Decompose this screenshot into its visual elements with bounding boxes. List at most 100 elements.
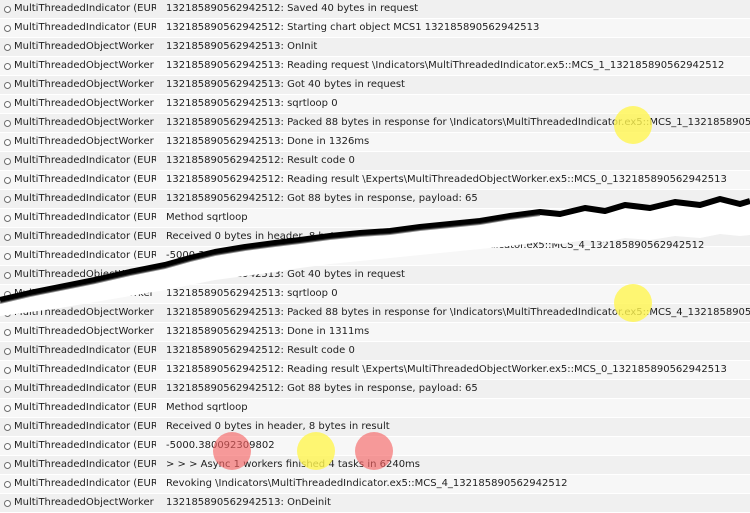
log-source: MultiThreadedObjectWorker ...	[14, 117, 156, 128]
log-message: 132185890562942513: sqrtloop 0	[166, 98, 338, 109]
log-message: 132185890562942513: Done in 1326ms	[166, 136, 370, 147]
log-source: MultiThreadedIndicator (EUR...	[14, 440, 156, 451]
log-row[interactable]: MultiThreadedObjectWorker ... 13218589056…	[0, 38, 750, 57]
info-circle-icon	[4, 253, 11, 260]
info-circle-icon	[4, 6, 11, 13]
log-source: MultiThreadedIndicator (EUR...	[14, 459, 156, 470]
info-circle-icon	[4, 424, 11, 431]
log-source: MultiThreadedIndicator (EUR...	[14, 22, 156, 33]
log-message: 132185890562942513: sqrtloop 0	[166, 288, 338, 299]
log-source: MultiThreadedObjectWorker ...	[14, 60, 156, 71]
info-circle-icon	[4, 101, 11, 108]
log-source: MultiThreadedObjectWorker ...	[14, 136, 156, 147]
log-source: MultiThreadedObjectWorker ...	[14, 288, 156, 299]
log-message: 132185890562942512: Result code 0	[166, 345, 355, 356]
log-message: 132185890562942512: Got 88 bytes in resp…	[166, 193, 478, 204]
log-row[interactable]: MultiThreadedIndicator (EUR... 1321858905…	[0, 19, 750, 38]
info-circle-icon	[4, 291, 11, 298]
log-row[interactable]: MultiThreadedObjectWorker ... 13218589056…	[0, 57, 750, 76]
log-row[interactable]: MultiThreadedIndicator (EUR... 1321858905…	[0, 0, 750, 19]
log-source: MultiThreadedIndicator (EUR...	[14, 364, 156, 375]
log-message: -5000.380092309802	[166, 440, 275, 451]
log-source: MultiThreadedIndicator (EUR...	[14, 193, 156, 204]
log-source: MultiThreadedIndicator (EUR...	[14, 155, 156, 166]
info-circle-icon	[4, 139, 11, 146]
log-source: MultiThreadedIndicator (EUR...	[14, 478, 156, 489]
log-message: 132185890562942513: Reading request \Ind…	[166, 60, 725, 71]
log-row[interactable]: MultiThreadedIndicator (EUR... 1321858905…	[0, 171, 750, 190]
info-circle-icon	[4, 82, 11, 89]
log-message: 132185890562942513: Done in 1311ms	[166, 326, 370, 337]
log-source: MultiThreadedObjectWorker ...	[14, 269, 156, 280]
log-row[interactable]: MultiThreadedObjectWorker ... 13218589056…	[0, 133, 750, 152]
info-circle-icon	[4, 177, 11, 184]
log-source: MultiThreadedIndicator (EUR...	[14, 231, 156, 242]
log-row[interactable]: MultiThreadedObjectWorker ... 13218589056…	[0, 494, 750, 513]
info-circle-icon	[4, 25, 11, 32]
info-circle-icon	[4, 310, 11, 317]
log-message: 132185890562942513: OnInit	[166, 41, 318, 52]
log-source: MultiThreadedIndicator (EUR...	[14, 212, 156, 223]
log-row[interactable]: MultiThreadedIndicator (EUR... Method sqr…	[0, 399, 750, 418]
log-message: 132185890562942512: Reading result \Expe…	[166, 174, 727, 185]
log-row[interactable]: MultiThreadedIndicator (EUR... 1321858905…	[0, 152, 750, 171]
info-circle-icon	[4, 215, 11, 222]
info-circle-icon	[4, 272, 11, 279]
log-message: Received 0 bytes in header, 8 bytes in r…	[166, 421, 390, 432]
log-message: Method sqrtloop	[166, 212, 248, 223]
log-source: MultiThreadedIndicator (EUR...	[14, 345, 156, 356]
log-message: 132185890562942513: Packed 88 bytes in r…	[166, 307, 750, 318]
log-row[interactable]: MultiThreadedIndicator (EUR... 1321858905…	[0, 380, 750, 399]
log-row[interactable]: MultiThreadedIndicator (EUR... -5000.3800…	[0, 437, 750, 456]
log-source: MultiThreadedObjectWorker ...	[14, 497, 156, 508]
log-row[interactable]: MultiThreadedObjectWorker ... 13218589056…	[0, 285, 750, 304]
log-row[interactable]: MultiThreadedIndicator (EUR... Method sqr…	[0, 209, 750, 228]
log-row[interactable]: MultiThreadedObjectWorker ... 13218589056…	[0, 323, 750, 342]
log-source: MultiThreadedObjectWorker ...	[14, 326, 156, 337]
log-message: 132185890562942513: Got 40 bytes in requ…	[166, 269, 405, 280]
log-source: MultiThreadedObjectWorker ...	[14, 79, 156, 90]
log-message: 132185890562942513: Got 40 bytes in requ…	[166, 79, 405, 90]
info-circle-icon	[4, 329, 11, 336]
info-circle-icon	[4, 348, 11, 355]
log-source: MultiThreadedIndicator (EUR...	[14, 174, 156, 185]
info-circle-icon	[4, 44, 11, 51]
info-circle-icon	[4, 367, 11, 374]
info-circle-icon	[4, 63, 11, 70]
log-row[interactable]: MultiThreadedIndicator (EUR... 1321858905…	[0, 361, 750, 380]
log-row[interactable]: MultiThreadedIndicator (EUR... Revoking \…	[0, 475, 750, 494]
log-message: 132185890562942512: Result code 0	[166, 155, 355, 166]
log-message: Method sqrtloop	[166, 402, 248, 413]
log-message: Received 0 bytes in header, 8 bytes in	[166, 231, 359, 242]
log-source: MultiThreadedObjectWorker ...	[14, 307, 156, 318]
log-row[interactable]: MultiThreadedIndicator (EUR... > > > Asyn…	[0, 456, 750, 475]
log-message: 132185890562942512: Starting chart objec…	[166, 22, 540, 33]
log-row[interactable]: MultiThreadedObjectWorker ... 13218589056…	[0, 95, 750, 114]
info-circle-icon	[4, 158, 11, 165]
log-row[interactable]: MultiThreadedObjectWorker ... 13218589056…	[0, 266, 750, 285]
log-row[interactable]: MultiThreadedObjectWorker ... 13218589056…	[0, 114, 750, 133]
log-source: MultiThreadedIndicator (EUR...	[14, 383, 156, 394]
log-row[interactable]: MultiThreadedIndicator (EUR... Received 0…	[0, 418, 750, 437]
log-source: MultiThreadedObjectWorker ...	[14, 98, 156, 109]
info-circle-icon	[4, 120, 11, 127]
info-circle-icon	[4, 443, 11, 450]
journal-log-list[interactable]: MultiThreadedIndicator (EUR... 1321858905…	[0, 0, 750, 513]
log-source: MultiThreadedObjectWorker ...	[14, 41, 156, 52]
log-source: MultiThreadedIndicator (EUR...	[14, 421, 156, 432]
info-circle-icon	[4, 481, 11, 488]
log-message: > > > Async 1 workers finished 4 tasks i…	[166, 459, 421, 470]
log-row[interactable]: MultiThreadedIndicator (EUR... 1321858905…	[0, 342, 750, 361]
info-circle-icon	[4, 196, 11, 203]
log-message: 132185890562942513: Packed 88 bytes in r…	[166, 117, 750, 128]
log-row[interactable]: MultiThreadedIndicator (EUR... 1321858905…	[0, 190, 750, 209]
log-source: MultiThreadedIndicator (EUR...	[14, 402, 156, 413]
info-circle-icon	[4, 386, 11, 393]
log-row[interactable]: MultiThreadedObjectWorker ... 13218589056…	[0, 76, 750, 95]
info-circle-icon	[4, 234, 11, 241]
info-circle-icon	[4, 405, 11, 412]
log-message: 132185890562942513: OnDeinit	[166, 497, 331, 508]
log-message: 132185890562942512: Saved 40 bytes in re…	[166, 3, 419, 14]
log-message: -5000.380092309802	[166, 250, 275, 261]
log-row[interactable]: MultiThreadedObjectWorker ... 13218589056…	[0, 304, 750, 323]
